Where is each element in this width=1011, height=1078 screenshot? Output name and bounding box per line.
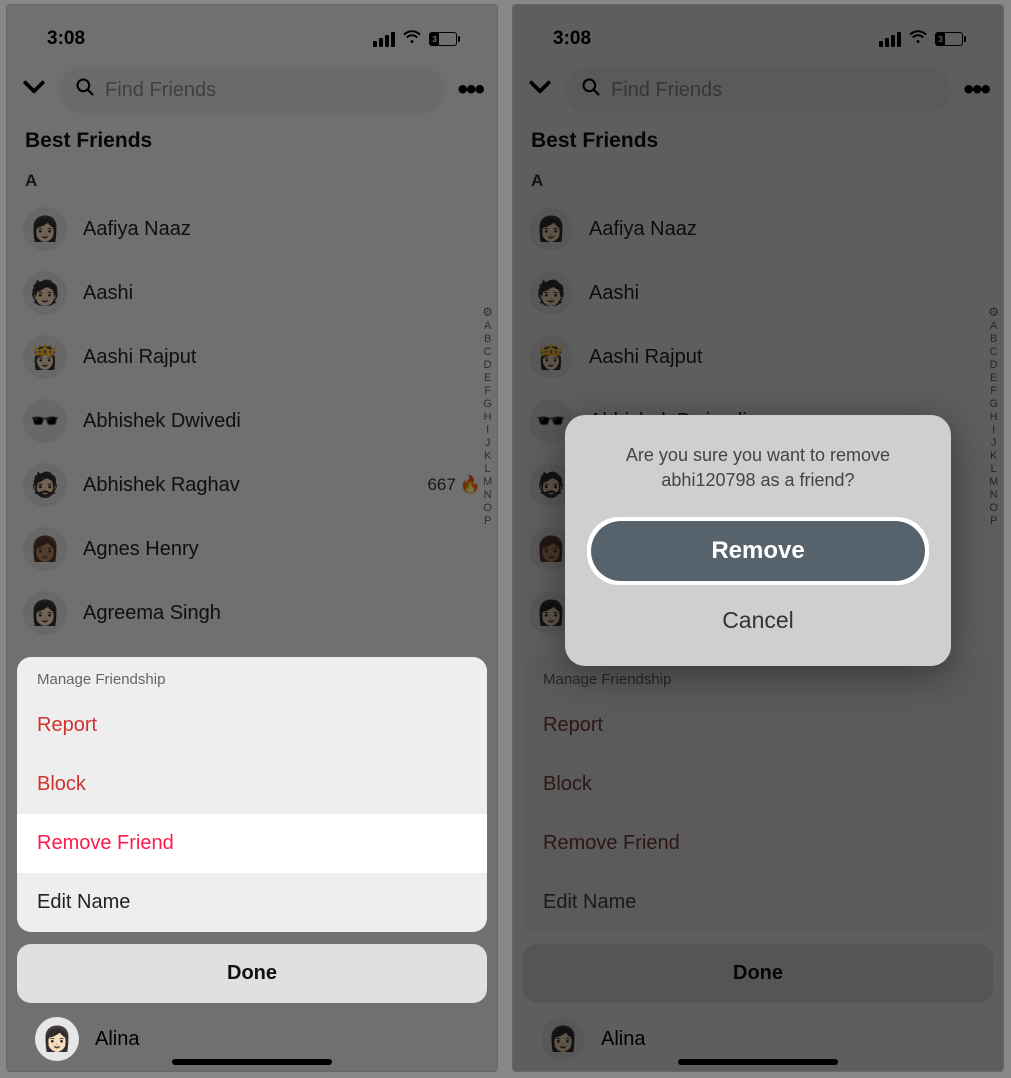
confirm-dialog: Are you sure you want to remove abhi1207… — [565, 415, 951, 666]
remove-button-highlight: Remove — [587, 517, 929, 585]
friend-row[interactable]: 👸🏻 Aashi Rajput — [523, 325, 993, 389]
friend-row[interactable]: 👩🏽 Agnes Henry — [17, 517, 487, 581]
battery-icon: 3 — [429, 32, 457, 46]
edit-name-button[interactable]: Edit Name — [523, 873, 993, 932]
status-bar: 3:08 3 — [7, 5, 497, 59]
action-sheet: Manage Friendship Report Block Remove Fr… — [523, 657, 993, 1061]
friend-row[interactable]: 🧑🏻 Aashi — [17, 261, 487, 325]
avatar: 🧔🏻 — [23, 463, 67, 507]
avatar: 👸🏻 — [529, 335, 573, 379]
group-letter: A — [7, 167, 497, 197]
action-sheet: Manage Friendship Report Block Remove Fr… — [17, 657, 487, 1061]
status-icons: 3 — [373, 30, 457, 49]
avatar: 👩🏻 — [23, 207, 67, 251]
wifi-icon — [909, 30, 927, 49]
signal-icon — [879, 32, 901, 47]
alpha-index[interactable]: ⚙ A B C D E F G H I J K L M N O P — [988, 305, 999, 527]
fire-icon: 🔥 — [460, 475, 481, 495]
friend-row[interactable]: 🧔🏻 Abhishek Raghav 667🔥 — [17, 453, 487, 517]
friend-name: Aashi Rajput — [589, 346, 987, 369]
more-icon[interactable]: ••• — [457, 73, 483, 107]
sheet-card: Manage Friendship Report Block Remove Fr… — [17, 657, 487, 932]
battery-icon: 3 — [935, 32, 963, 46]
search-icon — [581, 77, 601, 103]
streak-badge: 667🔥 — [427, 475, 481, 495]
group-letter: A — [513, 167, 1003, 197]
block-button[interactable]: Block — [17, 755, 487, 814]
sheet-title: Manage Friendship — [17, 657, 487, 696]
chevron-down-icon[interactable] — [21, 74, 47, 107]
status-bar: 3:08 3 — [513, 5, 1003, 59]
edit-name-button[interactable]: Edit Name — [17, 873, 487, 932]
friend-row[interactable]: 👩🏻 Agreema Singh — [17, 581, 487, 645]
search-row: Find Friends ••• — [7, 59, 497, 123]
friend-row[interactable]: 👸🏻 Aashi Rajput — [17, 325, 487, 389]
status-icons: 3 — [879, 30, 963, 49]
friend-row[interactable]: 👩🏻 Aafiya Naaz — [17, 197, 487, 261]
block-button[interactable]: Block — [523, 755, 993, 814]
list-peek: 👩🏻 Alina — [523, 1003, 993, 1061]
alpha-index[interactable]: ⚙ A B C D E F G H I J K L M N O P — [482, 305, 493, 527]
avatar: 🕶️ — [23, 399, 67, 443]
search-input[interactable]: Find Friends — [565, 67, 951, 113]
avatar: 👩🏻 — [23, 591, 67, 635]
sheet-card: Manage Friendship Report Block Remove Fr… — [523, 657, 993, 932]
phone-right: 3:08 3 Find Friends ••• Best Friends A 👩… — [512, 4, 1004, 1072]
section-label: Best Friends — [513, 123, 1003, 167]
friend-name: Agnes Henry — [83, 538, 481, 561]
remove-friend-button[interactable]: Remove Friend — [17, 814, 487, 873]
friend-name: Aashi Rajput — [83, 346, 481, 369]
chevron-down-icon[interactable] — [527, 74, 553, 107]
done-button[interactable]: Done — [523, 944, 993, 1003]
friend-row[interactable]: 🕶️ Abhishek Dwivedi — [17, 389, 487, 453]
avatar: 👩🏽 — [23, 527, 67, 571]
phone-left: 3:08 3 Find Friends ••• Best Friends A 👩… — [6, 4, 498, 1072]
done-button[interactable]: Done — [17, 944, 487, 1003]
friend-name: Alina — [601, 1028, 645, 1051]
section-label: Best Friends — [7, 123, 497, 167]
search-placeholder: Find Friends — [611, 79, 722, 102]
gear-icon: ⚙ — [988, 305, 999, 319]
signal-icon — [373, 32, 395, 47]
friend-row[interactable]: 🧑🏻 Aashi — [523, 261, 993, 325]
report-button[interactable]: Report — [17, 696, 487, 755]
friend-name: Aashi — [589, 282, 987, 305]
avatar: 👩🏻 — [541, 1017, 585, 1061]
search-row: Find Friends ••• — [513, 59, 1003, 123]
remove-friend-button[interactable]: Remove Friend — [523, 814, 993, 873]
friend-name: Aafiya Naaz — [589, 218, 987, 241]
more-icon[interactable]: ••• — [963, 73, 989, 107]
avatar: 👩🏻 — [529, 207, 573, 251]
friend-name: Abhishek Dwivedi — [83, 410, 481, 433]
friend-name: Alina — [95, 1028, 139, 1051]
home-indicator[interactable] — [678, 1059, 838, 1065]
wifi-icon — [403, 30, 421, 49]
list-peek: 👩🏻 Alina — [17, 1003, 487, 1061]
friend-list: 👩🏻 Aafiya Naaz 🧑🏻 Aashi 👸🏻 Aashi Rajput … — [7, 197, 497, 645]
report-button[interactable]: Report — [523, 696, 993, 755]
gear-icon: ⚙ — [482, 305, 493, 319]
friend-row[interactable]: 👩🏻 Aafiya Naaz — [523, 197, 993, 261]
search-input[interactable]: Find Friends — [59, 67, 445, 113]
avatar: 👩🏻 — [35, 1017, 79, 1061]
friend-name: Agreema Singh — [83, 602, 481, 625]
friend-name: Aashi — [83, 282, 481, 305]
friend-name: Aafiya Naaz — [83, 218, 481, 241]
remove-button[interactable]: Remove — [591, 521, 925, 581]
cancel-button[interactable]: Cancel — [587, 599, 929, 642]
avatar: 🧑🏻 — [529, 271, 573, 315]
avatar: 👸🏻 — [23, 335, 67, 379]
confirm-message: Are you sure you want to remove abhi1207… — [587, 443, 929, 493]
avatar: 🧑🏻 — [23, 271, 67, 315]
search-icon — [75, 77, 95, 103]
friend-name: Abhishek Raghav — [83, 474, 411, 497]
status-time: 3:08 — [47, 28, 85, 50]
status-time: 3:08 — [553, 28, 591, 50]
search-placeholder: Find Friends — [105, 79, 216, 102]
